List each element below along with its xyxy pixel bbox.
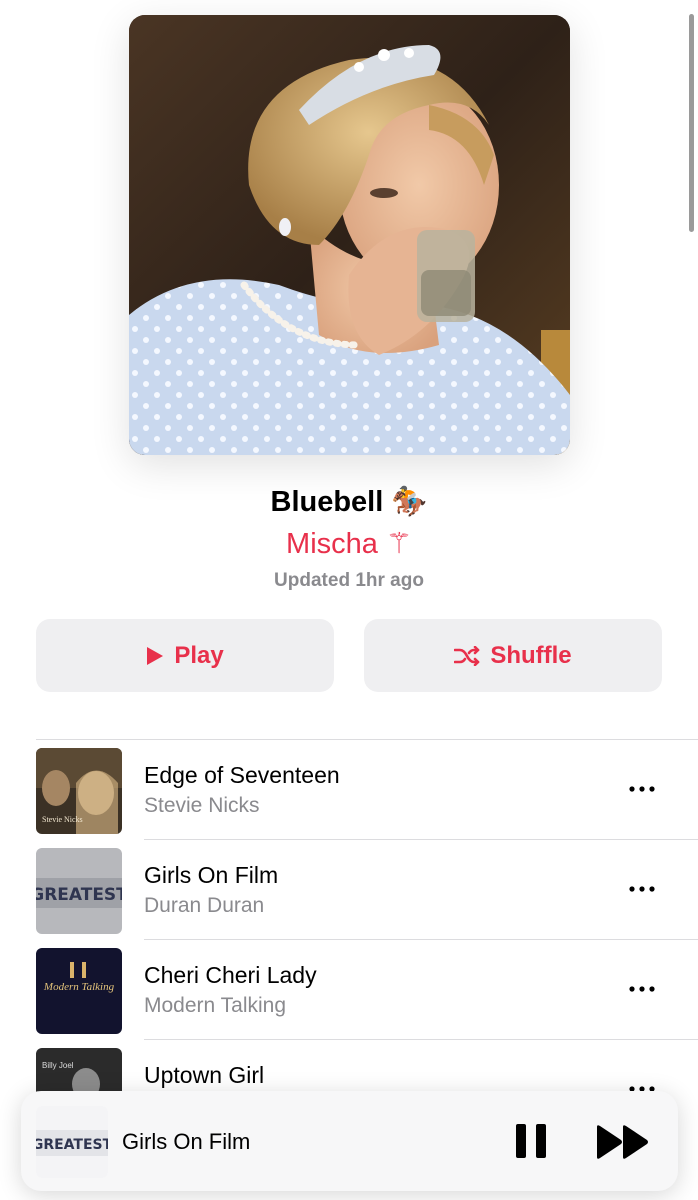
playlist-artwork (129, 15, 570, 455)
owner-decoration-glyph: ⚚ (385, 526, 412, 560)
fast-forward-icon (597, 1125, 648, 1159)
now-playing-title[interactable]: Girls On Film (122, 1129, 250, 1155)
track-artist: Modern Talking (144, 994, 287, 1017)
album-art: Modern Talking (36, 948, 122, 1034)
play-button[interactable]: Play (36, 619, 334, 692)
play-icon (146, 646, 164, 666)
now-playing-art-caption: GREATEST (36, 1137, 108, 1153)
track-title: Edge of Seventeen (144, 762, 340, 788)
album-art-caption: Stevie Nicks (42, 815, 83, 824)
more-options-button[interactable] (620, 874, 664, 904)
playlist-updated: Updated 1hr ago (274, 570, 424, 591)
ellipsis-icon (629, 986, 655, 992)
track-title: Cheri Cheri Lady (144, 962, 317, 988)
playlist-title-text: Bluebell (270, 486, 384, 518)
track-row[interactable]: Stevie Nicks Edge of Seventeen Stevie Ni… (0, 740, 698, 840)
playlist-title: Bluebell 🏇 (0, 484, 698, 519)
track-artist: Stevie Nicks (144, 794, 260, 817)
play-button-label: Play (174, 641, 224, 669)
shuffle-icon (454, 645, 480, 666)
track-row[interactable]: Modern Talking Cheri Cheri Lady Modern T… (0, 940, 698, 1040)
scrollbar[interactable] (689, 14, 694, 232)
more-options-button[interactable] (620, 774, 664, 804)
shuffle-button-label: Shuffle (490, 641, 572, 669)
album-art-caption: Modern Talking (43, 981, 115, 993)
track-artist: Duran Duran (144, 894, 265, 917)
track-row[interactable]: GREATEST Girls On Film Duran Duran (0, 840, 698, 940)
next-track-button[interactable] (593, 1123, 653, 1161)
shuffle-button[interactable]: Shuffle (364, 619, 662, 692)
more-options-button[interactable] (620, 974, 664, 1004)
playlist-owner[interactable]: Mischa ⚚ (0, 526, 698, 561)
ellipsis-icon (629, 786, 655, 792)
track-title: Girls On Film (144, 862, 279, 888)
ellipsis-icon (629, 886, 655, 892)
album-art-caption: Billy Joel (42, 1061, 74, 1070)
album-art: Stevie Nicks (36, 748, 122, 834)
mini-player[interactable]: GREATEST Girls On Film (21, 1091, 678, 1191)
now-playing-art: GREATEST (36, 1106, 108, 1178)
playlist-owner-name[interactable]: Mischa (286, 528, 378, 560)
track-title: Uptown Girl (144, 1062, 265, 1088)
horse-racing-emoji: 🏇 (391, 484, 428, 518)
pause-button[interactable] (511, 1121, 551, 1161)
pause-icon (516, 1124, 546, 1158)
album-art-caption: GREATEST (36, 885, 122, 905)
playlist-page: Bluebell 🏇 Mischa ⚚ Updated 1hr ago Play… (0, 0, 698, 1200)
album-art: GREATEST (36, 848, 122, 934)
